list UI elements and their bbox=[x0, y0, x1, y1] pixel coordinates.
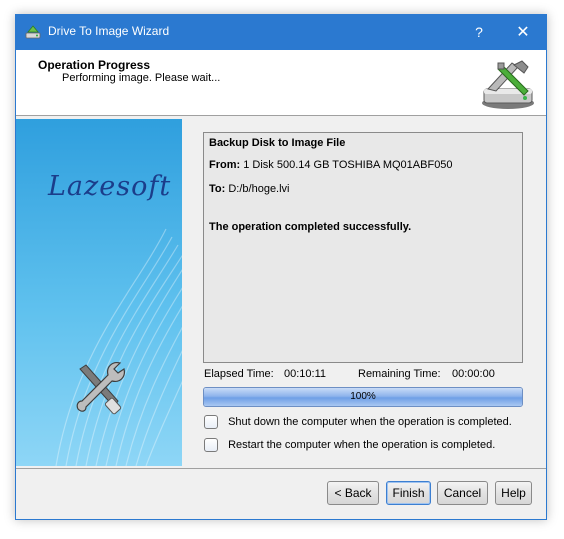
progress-bar: 100% bbox=[203, 387, 523, 407]
disk-wizard-icon bbox=[25, 25, 41, 39]
wizard-window: Drive To Image Wizard ? ✕ Operation Prog… bbox=[15, 14, 547, 520]
help-title-button[interactable]: ? bbox=[456, 15, 502, 50]
cancel-button[interactable]: Cancel bbox=[437, 481, 488, 505]
close-button[interactable]: ✕ bbox=[500, 15, 546, 50]
log-result: The operation completed successfully. bbox=[209, 221, 412, 233]
wizard-header: Operation Progress Performing image. Ple… bbox=[16, 50, 546, 116]
log-to: To: D:/b/hoge.lvi bbox=[209, 183, 290, 195]
wrench-screwdriver-icon bbox=[76, 362, 125, 415]
title-bar[interactable]: Drive To Image Wizard ? ✕ bbox=[16, 15, 546, 50]
log-title: Backup Disk to Image File bbox=[209, 137, 346, 149]
restart-option[interactable]: Restart the computer when the operation … bbox=[204, 438, 495, 452]
remaining-time-label: Remaining Time: bbox=[358, 368, 441, 380]
from-label: From: bbox=[209, 159, 241, 171]
to-value: D:/b/hoge.lvi bbox=[228, 183, 290, 195]
shutdown-checkbox[interactable] bbox=[204, 415, 218, 429]
finish-button[interactable]: Finish bbox=[386, 481, 431, 505]
restart-label[interactable]: Restart the computer when the operation … bbox=[228, 439, 495, 451]
progress-label: 100% bbox=[350, 391, 376, 402]
side-banner: Lazesoft bbox=[16, 119, 182, 466]
shutdown-option[interactable]: Shut down the computer when the operatio… bbox=[204, 415, 512, 429]
window-title: Drive To Image Wizard bbox=[48, 24, 170, 38]
elapsed-time-label: Elapsed Time: bbox=[204, 368, 274, 380]
brand-logo: Lazesoft bbox=[48, 171, 172, 202]
to-label: To: bbox=[209, 183, 226, 195]
elapsed-time-value: 00:10:11 bbox=[284, 368, 327, 380]
page-subtitle: Performing image. Please wait... bbox=[62, 72, 221, 84]
operation-log: Backup Disk to Image File From: 1 Disk 5… bbox=[203, 132, 523, 363]
log-from: From: 1 Disk 500.14 GB TOSHIBA MQ01ABF05… bbox=[209, 159, 453, 171]
footer-divider bbox=[16, 468, 546, 469]
back-button[interactable]: < Back bbox=[327, 481, 379, 505]
shutdown-label[interactable]: Shut down the computer when the operatio… bbox=[228, 416, 512, 428]
disk-tools-icon bbox=[482, 60, 534, 109]
from-value: 1 Disk 500.14 GB TOSHIBA MQ01ABF050 bbox=[243, 159, 453, 171]
remaining-time-value: 00:00:00 bbox=[452, 368, 495, 380]
restart-checkbox[interactable] bbox=[204, 438, 218, 452]
help-button[interactable]: Help bbox=[495, 481, 532, 505]
page-title: Operation Progress bbox=[38, 58, 151, 72]
